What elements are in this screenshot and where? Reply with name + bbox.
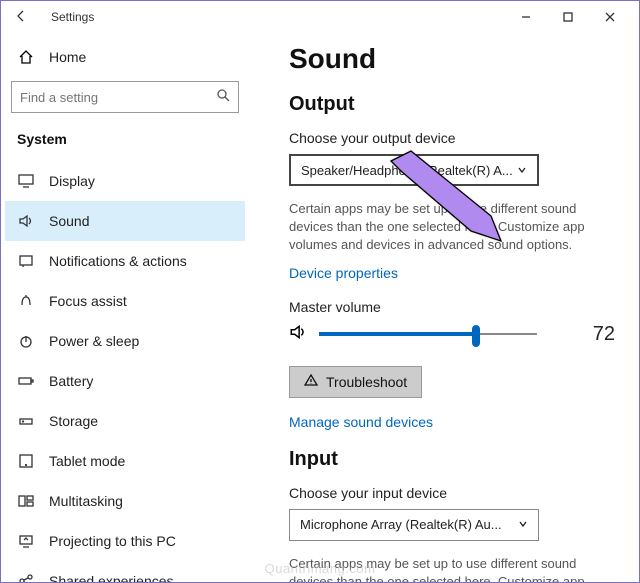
sidebar-item-notifications[interactable]: Notifications & actions (5, 241, 245, 281)
content-pane: Sound Output Choose your output device S… (249, 33, 639, 582)
sidebar-item-label: Tablet mode (49, 453, 125, 469)
sidebar-item-projecting[interactable]: Projecting to this PC (5, 521, 245, 561)
sidebar-item-label: Multitasking (49, 493, 123, 509)
sidebar-item-label: Notifications & actions (49, 253, 187, 269)
search-input[interactable] (20, 90, 216, 105)
tablet-icon (17, 453, 35, 469)
input-heading: Input (289, 448, 615, 471)
window-controls (505, 3, 631, 31)
home-nav[interactable]: Home (5, 41, 245, 73)
output-device-properties-link[interactable]: Device properties (289, 265, 615, 281)
sidebar-item-label: Battery (49, 373, 93, 389)
home-icon (17, 49, 35, 65)
search-box[interactable] (11, 81, 239, 113)
output-help-text: Certain apps may be set up to use differ… (289, 200, 615, 255)
sidebar-item-storage[interactable]: Storage (5, 401, 245, 441)
notifications-icon (17, 253, 35, 269)
sidebar-item-label: Display (49, 173, 95, 189)
dropdown-value: Speaker/Headphone (Realtek(R) A... (301, 163, 513, 178)
output-device-label: Choose your output device (289, 130, 615, 146)
sidebar-item-label: Storage (49, 413, 98, 429)
storage-icon (17, 413, 35, 429)
sidebar-item-label: Power & sleep (49, 333, 139, 349)
titlebar: Settings (1, 1, 639, 33)
battery-icon (17, 373, 35, 389)
slider-thumb[interactable] (472, 325, 480, 347)
close-button[interactable] (589, 3, 631, 31)
sidebar-item-label: Focus assist (49, 293, 127, 309)
volume-value: 72 (593, 323, 615, 346)
window-title: Settings (51, 10, 94, 24)
warning-icon (304, 373, 318, 390)
speaker-icon[interactable] (289, 323, 307, 346)
chevron-down-icon (518, 517, 528, 532)
sidebar: Home System Display Sound Notifications … (1, 33, 249, 582)
projecting-icon (17, 533, 35, 549)
sidebar-item-battery[interactable]: Battery (5, 361, 245, 401)
sound-icon (17, 213, 35, 229)
back-button[interactable] (9, 9, 33, 26)
output-heading: Output (289, 93, 615, 116)
chevron-down-icon (517, 163, 527, 178)
search-icon (216, 88, 230, 107)
shared-icon (17, 573, 35, 582)
sidebar-item-focus-assist[interactable]: Focus assist (5, 281, 245, 321)
master-volume-label: Master volume (289, 299, 615, 315)
sidebar-item-label: Shared experiences (49, 573, 174, 582)
home-label: Home (49, 49, 86, 65)
multitasking-icon (17, 493, 35, 509)
sidebar-item-display[interactable]: Display (5, 161, 245, 201)
sidebar-item-power-sleep[interactable]: Power & sleep (5, 321, 245, 361)
minimize-button[interactable] (505, 3, 547, 31)
page-title: Sound (289, 43, 615, 75)
sidebar-item-label: Sound (49, 213, 89, 229)
volume-row: 72 (289, 323, 615, 346)
input-help-text: Certain apps may be set up to use differ… (289, 555, 615, 582)
power-icon (17, 333, 35, 349)
sidebar-item-multitasking[interactable]: Multitasking (5, 481, 245, 521)
display-icon (17, 173, 35, 189)
focus-assist-icon (17, 293, 35, 309)
category-heading: System (5, 131, 245, 161)
maximize-button[interactable] (547, 3, 589, 31)
output-device-dropdown[interactable]: Speaker/Headphone (Realtek(R) A... (289, 154, 539, 186)
input-device-label: Choose your input device (289, 485, 615, 501)
sidebar-item-label: Projecting to this PC (49, 533, 176, 549)
slider-fill (319, 332, 476, 336)
input-device-dropdown[interactable]: Microphone Array (Realtek(R) Au... (289, 509, 539, 541)
dropdown-value: Microphone Array (Realtek(R) Au... (300, 517, 502, 532)
troubleshoot-button[interactable]: Troubleshoot (289, 366, 422, 398)
sidebar-item-shared-experiences[interactable]: Shared experiences (5, 561, 245, 582)
sidebar-item-tablet-mode[interactable]: Tablet mode (5, 441, 245, 481)
button-label: Troubleshoot (326, 374, 407, 390)
sidebar-item-sound[interactable]: Sound (5, 201, 245, 241)
manage-sound-devices-link[interactable]: Manage sound devices (289, 414, 615, 430)
volume-slider[interactable] (319, 325, 537, 343)
